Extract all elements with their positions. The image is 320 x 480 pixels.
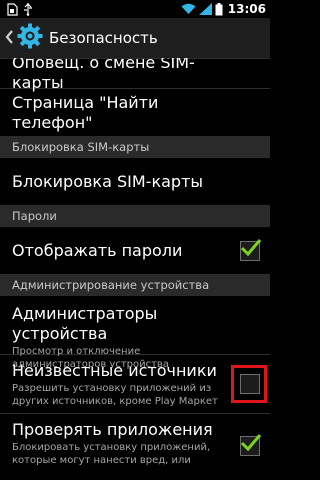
show-passwords-checkbox[interactable] [240, 239, 262, 261]
sim-change-alert-item[interactable]: Оповещ. о смене SIM-карты [0, 58, 270, 92]
device-admins-label: Администраторы устройства [12, 304, 158, 343]
action-bar: Безопасность [0, 18, 270, 59]
battery-icon [215, 2, 223, 16]
signal-icon [198, 3, 212, 15]
unknown-sources-item[interactable]: Неизвестные источники Разрешить установк… [0, 355, 270, 413]
unknown-sources-label: Неизвестные источники [12, 361, 217, 380]
show-passwords-label: Отображать пароли [12, 240, 183, 260]
sim-change-alert-label: Оповещ. о смене SIM-карты [12, 58, 195, 92]
sim-lock-label: Блокировка SIM-карты [12, 171, 204, 191]
unknown-sources-summary: Разрешить установку приложений из других… [12, 383, 218, 407]
sim-icon [6, 2, 18, 16]
section-header-passwords: Пароли [0, 205, 270, 227]
usb-icon [23, 2, 33, 16]
settings-list: Оповещ. о смене SIM-карты Страница "Найт… [0, 58, 270, 480]
clock: 13:06 [227, 2, 266, 16]
verify-apps-item[interactable]: Проверять приложения Блокировать установ… [0, 414, 270, 474]
wifi-icon [181, 3, 196, 15]
status-bar: 13:06 [0, 0, 270, 18]
settings-gear-icon [17, 23, 43, 53]
section-header-sim-lock: Блокировка SIM-карты [0, 136, 270, 158]
page-title: Безопасность [49, 29, 158, 47]
unknown-sources-checkbox[interactable] [240, 374, 260, 394]
checkmark-icon [240, 434, 262, 452]
show-passwords-item[interactable]: Отображать пароли [0, 227, 270, 274]
sim-lock-item[interactable]: Блокировка SIM-карты [0, 158, 270, 205]
device-admins-item[interactable]: Администраторы устройства Просмотр и отк… [0, 296, 270, 370]
back-button[interactable] [0, 18, 43, 58]
back-arrow-icon [5, 29, 14, 48]
verify-apps-checkbox[interactable] [240, 434, 262, 456]
verify-apps-label: Проверять приложения [12, 420, 213, 439]
find-phone-page-label: Страница "Найти телефон" [12, 92, 159, 132]
section-header-device-admin: Администрирование устройства [0, 274, 270, 296]
find-phone-page-item[interactable]: Страница "Найти телефон" [0, 89, 270, 136]
checkmark-icon [240, 239, 262, 257]
verify-apps-summary: Блокировать установку приложений, которы… [12, 442, 211, 466]
